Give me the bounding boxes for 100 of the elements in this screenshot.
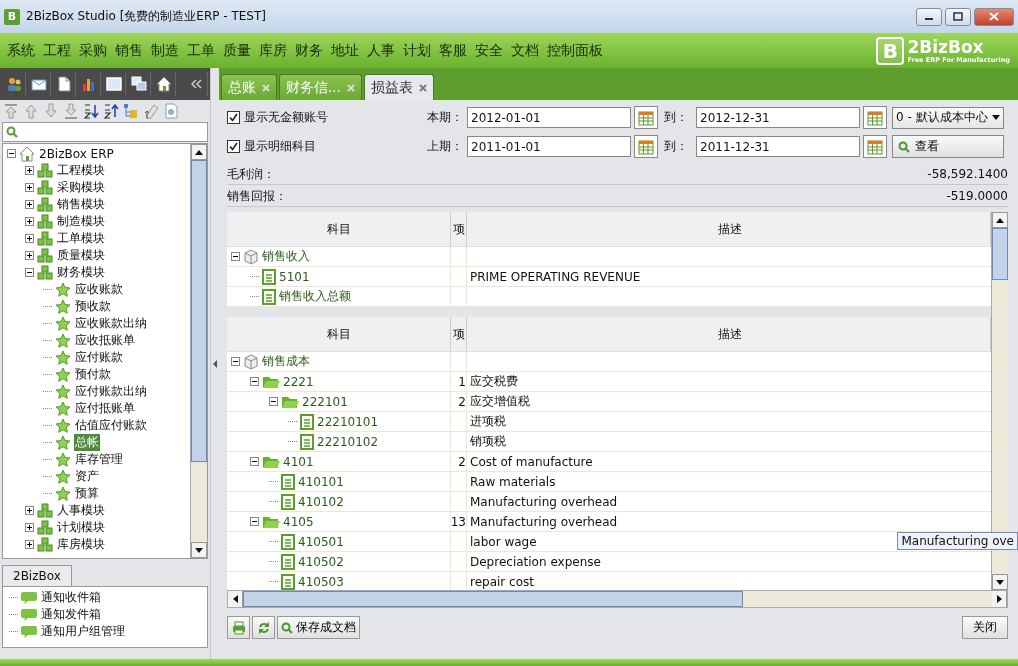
tree-item[interactable]: 应收账款出纳 [74,315,148,332]
menu-item[interactable]: 工单 [184,41,220,60]
splitter-handle[interactable] [210,68,219,659]
tree-item[interactable]: 应付账款出纳 [74,383,148,400]
menu-item[interactable]: 人事 [364,41,400,60]
menu-item[interactable]: 工程 [40,41,76,60]
column-header[interactable]: 科目 [227,317,451,351]
tree-item[interactable]: 质量模块 [56,247,106,264]
menu-item[interactable]: 文档 [508,41,544,60]
tree-item[interactable]: 应收账款 [74,281,124,298]
collapse-toggle-icon[interactable] [250,457,259,466]
date-field[interactable]: 2011-12-31 [696,136,860,157]
menu-item[interactable]: 客服 [436,41,472,60]
tree-item[interactable]: 预算 [74,485,100,502]
eraser-icon[interactable] [143,103,159,119]
checkbox[interactable] [227,140,240,153]
menu-item[interactable]: 地址 [328,41,364,60]
panel-tab[interactable]: 2BizBox [2,565,72,586]
window-icon[interactable] [105,76,122,92]
tree-item[interactable]: 采购模块 [56,179,106,196]
scroll-right-icon[interactable] [995,594,1003,604]
collapse-toggle-icon[interactable] [231,357,240,366]
tree-item[interactable]: 通知收件箱 [40,589,102,606]
scroll-thumb[interactable] [992,228,1008,280]
column-header[interactable]: 项 [451,317,467,351]
tree-item[interactable]: 预付款 [74,366,112,383]
sort-descending-icon[interactable] [103,103,119,119]
tree-item[interactable]: 库房模块 [56,536,106,553]
windows-icon[interactable] [130,76,147,92]
cost-center-dropdown[interactable]: 0 - 默认成本中心 [892,106,1004,129]
tree-item[interactable]: 销售模块 [56,196,106,213]
menu-item[interactable]: 销售 [112,41,148,60]
hierarchy-icon[interactable] [123,103,139,119]
tree-item[interactable]: 制造模块 [56,213,106,230]
tree-item[interactable]: 应付抵账单 [74,400,136,417]
calendar-icon[interactable] [637,108,655,127]
expand-toggle-icon[interactable] [25,183,34,192]
collapse-toggle-icon[interactable] [231,252,240,261]
expand-toggle-icon[interactable] [25,506,34,515]
tree-item[interactable]: 财务模块 [56,264,106,281]
tree-item[interactable]: 资产 [74,468,100,485]
refresh-icon[interactable] [256,620,271,635]
sort-ascending-icon[interactable] [83,103,99,119]
tree-item[interactable]: 2BizBox ERP [38,146,115,161]
tree-item[interactable]: 库存管理 [74,451,124,468]
scroll-thumb[interactable] [191,160,207,462]
date-field[interactable]: 2012-12-31 [696,107,860,128]
collapse-toggle-icon[interactable] [7,149,16,158]
checkbox[interactable] [227,111,240,124]
tree-item[interactable]: 预收款 [74,298,112,315]
tree-item[interactable]: 计划模块 [56,519,106,536]
horizontal-scrollbar[interactable] [227,590,1008,608]
scrollbar[interactable] [190,144,207,558]
column-header[interactable]: 项 [451,212,467,246]
home-icon[interactable] [155,76,172,92]
tab[interactable]: 损益表 [363,74,434,100]
collapse-toggle-icon[interactable] [250,377,259,386]
expand-toggle-icon[interactable] [25,217,34,226]
menu-item[interactable]: 控制面板 [544,41,608,60]
collapse-toggle-icon[interactable] [250,517,259,526]
calendar-icon[interactable] [866,108,884,127]
column-header[interactable]: 科目 [227,212,451,246]
tree-item[interactable]: 通知用户组管理 [40,623,126,640]
search-field[interactable] [2,122,208,142]
expand-toggle-icon[interactable] [25,251,34,260]
close-icon[interactable] [418,83,427,92]
expand-toggle-icon[interactable] [25,234,34,243]
calendar-icon[interactable] [637,137,655,156]
scroll-down-icon[interactable] [995,578,1005,586]
menu-item[interactable]: 安全 [472,41,508,60]
calendar-icon[interactable] [866,137,884,156]
tree-item[interactable]: 通知发件箱 [40,606,102,623]
expand-toggle-icon[interactable] [25,166,34,175]
tree-item[interactable]: 人事模块 [56,502,106,519]
tree-item[interactable]: 总帐 [74,434,100,451]
menu-item[interactable]: 质量 [220,41,256,60]
maximize-icon[interactable] [950,10,966,23]
tree-item[interactable]: 应收抵账单 [74,332,136,349]
tree-item[interactable]: 工单模块 [56,230,106,247]
printer-icon[interactable] [231,620,246,635]
tree-item[interactable]: 工程模块 [56,162,106,179]
users-icon[interactable] [5,76,22,92]
collapse-icon[interactable] [189,79,202,89]
mail-icon[interactable] [30,76,47,92]
menu-item[interactable]: 库房 [256,41,292,60]
chart-icon[interactable] [80,76,97,92]
tree-item[interactable]: 估值应付账款 [74,417,148,434]
tree-item[interactable]: 应付账款 [74,349,124,366]
menu-item[interactable]: 制造 [148,41,184,60]
scroll-up-icon[interactable] [194,148,204,156]
scroll-down-icon[interactable] [194,546,204,554]
menu-item[interactable]: 系统 [4,41,40,60]
expand-toggle-icon[interactable] [25,523,34,532]
date-field[interactable]: 2012-01-01 [467,107,631,128]
menu-item[interactable]: 财务 [292,41,328,60]
scroll-left-icon[interactable] [231,594,239,604]
menu-item[interactable]: 计划 [400,41,436,60]
document-icon[interactable] [55,76,72,92]
expand-toggle-icon[interactable] [25,540,34,549]
save-button[interactable]: 保存成文档 [277,616,360,639]
